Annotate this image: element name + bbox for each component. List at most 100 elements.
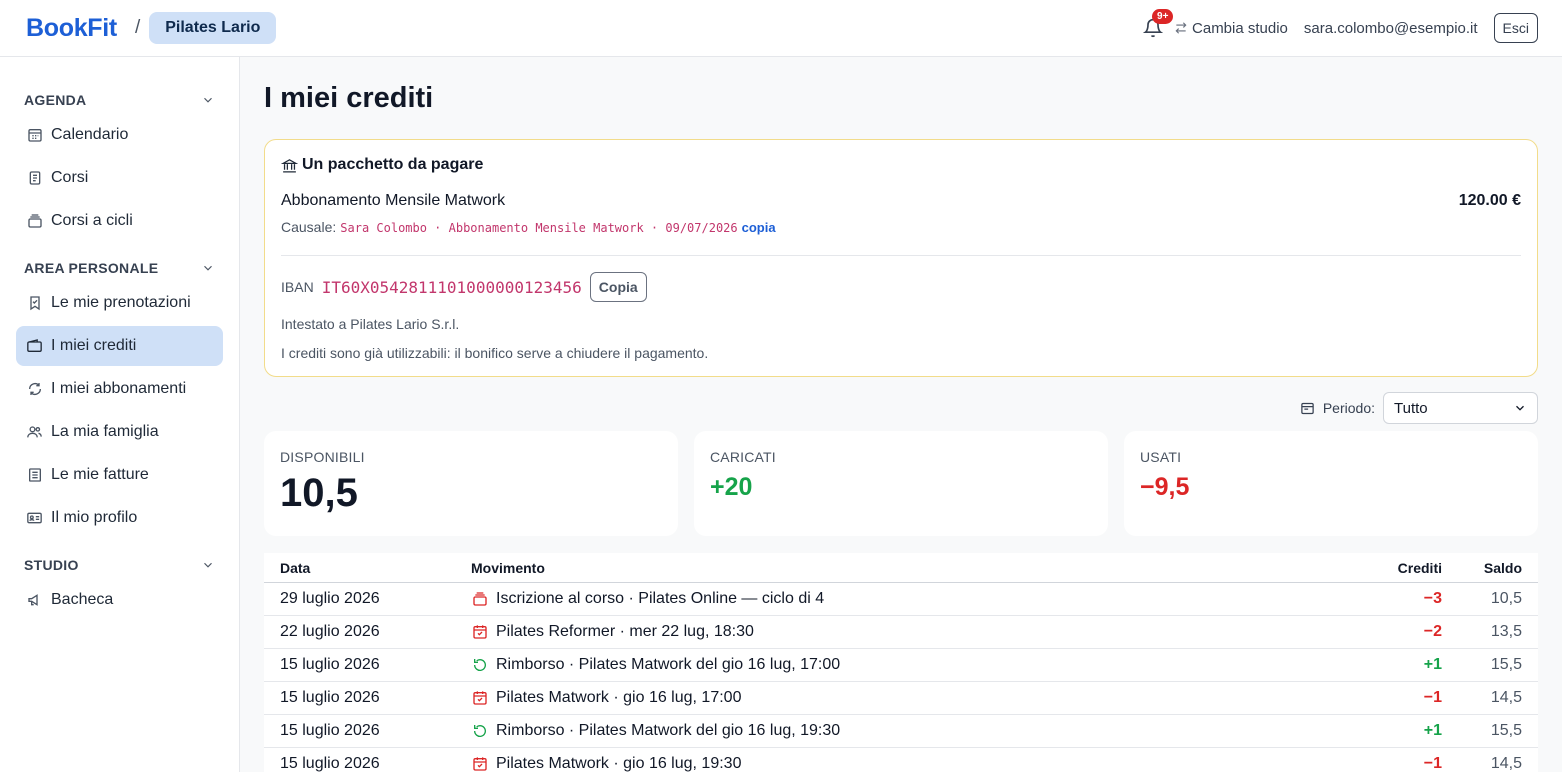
cell-balance: 10,5 <box>1490 590 1522 607</box>
receipt-icon <box>26 467 43 484</box>
column-header-date: Data <box>280 559 311 576</box>
cell-movement: Iscrizione al corso · Pilates Online — c… <box>471 590 1358 608</box>
sidebar-item-label: La mia famiglia <box>51 423 159 440</box>
stack-icon <box>471 591 488 608</box>
stat-value: +20 <box>710 473 753 501</box>
sidebar-section-agenda[interactable]: AGENDA <box>16 85 223 115</box>
column-header-balance: Saldo <box>1483 559 1522 576</box>
sidebar-item-famiglia[interactable]: La mia famiglia <box>16 412 223 452</box>
sidebar-item-label: Le mie prenotazioni <box>51 294 191 311</box>
sidebar-item-label: Corsi a cicli <box>51 212 133 229</box>
stat-label: DISPONIBILI <box>280 449 365 465</box>
cell-movement: Pilates Matwork · gio 16 lug, 17:00 <box>471 689 1358 707</box>
sidebar-item-corsi[interactable]: Corsi <box>16 158 223 198</box>
cell-balance: 14,5 <box>1490 689 1522 706</box>
sidebar-item-prenotazioni[interactable]: Le mie prenotazioni <box>16 283 223 323</box>
period-label: Periodo: <box>1322 400 1375 416</box>
cell-credits: −2 <box>1423 623 1442 640</box>
cell-credits: −1 <box>1423 755 1442 772</box>
cell-credits: +1 <box>1423 722 1442 739</box>
table-row: 15 luglio 2026 Rimborso · Pilates Matwork… <box>264 715 1538 748</box>
pending-payment-card: Un pacchetto da pagare Abbonamento Mensi… <box>264 139 1538 377</box>
sidebar-item-crediti[interactable]: I miei crediti <box>16 326 223 366</box>
page-title: I miei crediti <box>264 82 434 114</box>
cell-credits: +1 <box>1423 656 1442 673</box>
sidebar-section-title: AGENDA <box>24 92 87 108</box>
switch-studio-button[interactable]: Cambia studio <box>1174 20 1288 37</box>
cell-date: 15 luglio 2026 <box>280 755 380 772</box>
cell-movement-text: Rimborso · Pilates Matwork del gio 16 lu… <box>496 656 841 673</box>
period-select[interactable]: Tutto <box>1383 392 1538 424</box>
cell-movement-text: Pilates Matwork · gio 16 lug, 17:00 <box>496 689 742 706</box>
cell-credits: −3 <box>1423 590 1442 607</box>
stack-icon <box>26 213 43 230</box>
sidebar-item-label: Il mio profilo <box>51 509 138 526</box>
wallet-icon <box>26 338 43 355</box>
cell-date: 15 luglio 2026 <box>280 689 380 706</box>
sidebar-item-label: Corsi <box>51 169 89 186</box>
notifications-button[interactable]: 9+ <box>1142 9 1174 39</box>
stat-value: 10,5 <box>280 471 358 515</box>
stat-available: DISPONIBILI 10,5 <box>264 431 678 536</box>
app-logo[interactable]: BookFit <box>26 14 117 43</box>
credit-movements-table: Data Movimento Crediti Saldo 29 luglio 2… <box>264 553 1538 772</box>
logout-button[interactable]: Esci <box>1493 13 1538 43</box>
sidebar-item-fatture[interactable]: Le mie fatture <box>16 455 223 495</box>
calendar-check-icon <box>471 756 488 772</box>
notification-count-badge: 9+ <box>1152 9 1174 24</box>
table-row: 29 luglio 2026 Iscrizione al corso · Pila… <box>264 583 1538 616</box>
package-name: Abbonamento Mensile Matwork <box>281 192 506 209</box>
sidebar-item-label: Calendario <box>51 126 129 143</box>
sidebar-item-profilo[interactable]: Il mio profilo <box>16 498 223 538</box>
cell-movement: Pilates Matwork · gio 16 lug, 19:30 <box>471 755 1358 772</box>
swap-arrows-icon <box>1175 22 1187 34</box>
period-selected-value: Tutto <box>1394 399 1428 417</box>
sidebar-section-area-personale[interactable]: AREA PERSONALE <box>16 253 223 283</box>
sidebar-item-calendario[interactable]: Calendario <box>16 115 223 155</box>
copy-causale-link[interactable]: copia <box>742 220 776 235</box>
cell-movement-text: Pilates Reformer · mer 22 lug, 18:30 <box>496 623 754 640</box>
calendar-range-icon <box>1301 402 1314 414</box>
cell-balance: 15,5 <box>1490 656 1522 673</box>
clipboard-list-icon <box>26 170 43 187</box>
chevron-down-icon <box>204 97 212 103</box>
causale-label: Causale: <box>281 219 337 235</box>
sidebar-item-label: Bacheca <box>51 591 114 608</box>
chevron-down-icon <box>204 562 212 568</box>
switch-studio-label: Cambia studio <box>1192 19 1288 37</box>
sidebar-item-abbonamenti[interactable]: I miei abbonamenti <box>16 369 223 409</box>
pending-payment-title-text: Un pacchetto da pagare <box>302 156 484 173</box>
payment-note: I crediti sono già utilizzabili: il boni… <box>281 345 709 361</box>
table-header: Data Movimento Crediti Saldo <box>264 553 1538 583</box>
cell-movement-text: Iscrizione al corso · Pilates Online — c… <box>496 590 825 607</box>
top-bar: BookFit / Pilates Lario 9+ Cambia studio… <box>0 0 1562 57</box>
cell-balance: 15,5 <box>1490 722 1522 739</box>
account-holder: Intestato a Pilates Lario S.r.l. <box>281 316 460 332</box>
iban-label: IBAN <box>281 279 314 295</box>
sidebar-item-corsi-a-cicli[interactable]: Corsi a cicli <box>16 201 223 241</box>
table-row: 22 luglio 2026 Pilates Reformer · mer 22 … <box>264 616 1538 649</box>
cell-date: 15 luglio 2026 <box>280 722 380 739</box>
causale-row: Causale: Sara Colombo · Abbonamento Mens… <box>281 219 1521 235</box>
stat-value: −9,5 <box>1140 473 1190 501</box>
sidebar-item-label: Le mie fatture <box>51 466 149 483</box>
cell-date: 22 luglio 2026 <box>280 623 380 640</box>
sidebar-item-bacheca[interactable]: Bacheca <box>16 580 223 620</box>
studio-badge[interactable]: Pilates Lario <box>149 12 277 44</box>
sidebar-section-studio[interactable]: STUDIO <box>16 550 223 580</box>
stat-used: USATI −9,5 <box>1124 431 1538 536</box>
package-row: Abbonamento Mensile Matwork 120.00 € <box>281 192 1521 210</box>
stat-label: USATI <box>1140 449 1182 465</box>
sidebar-section-title: AREA PERSONALE <box>24 260 159 276</box>
cell-movement: Rimborso · Pilates Matwork del gio 16 lu… <box>471 656 1358 674</box>
iban-value: IT60X0542811101000000123456 <box>321 277 582 297</box>
period-filter: Periodo: Tutto <box>264 392 1538 424</box>
refresh-icon <box>26 381 43 398</box>
copy-iban-button[interactable]: Copia <box>589 272 647 302</box>
users-icon <box>26 424 43 441</box>
table-row: 15 luglio 2026 Pilates Matwork · gio 16 l… <box>264 682 1538 715</box>
cell-movement-text: Pilates Matwork · gio 16 lug, 19:30 <box>496 755 742 772</box>
megaphone-icon <box>26 592 43 609</box>
package-amount: 120.00 € <box>1458 192 1521 209</box>
cell-credits: −1 <box>1423 689 1442 706</box>
